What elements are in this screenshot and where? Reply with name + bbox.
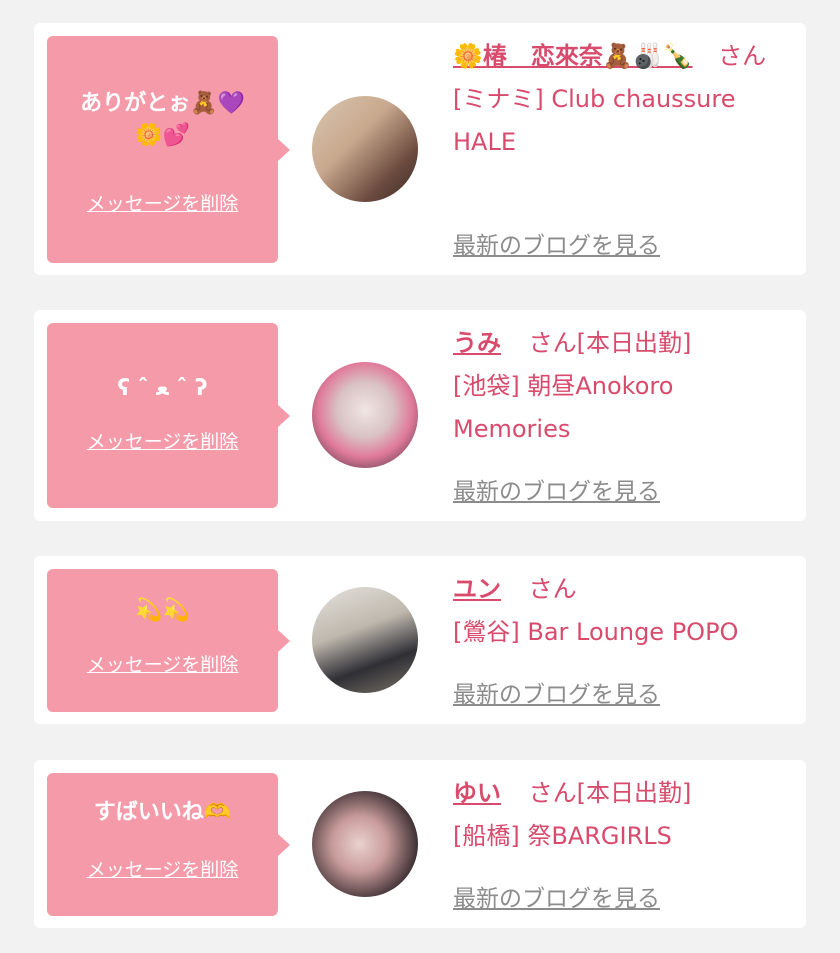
latest-blog-link[interactable]: 最新のブログを見る	[453, 226, 660, 260]
message-card: ありがとぉ🧸💜 🌼💕 メッセージを削除 🌼椿 恋來奈🧸🎳🍾 さん [ミナミ] C…	[34, 23, 806, 275]
latest-blog-link[interactable]: 最新のブログを見る	[453, 879, 660, 913]
message-bubble: ありがとぉ🧸💜 🌼💕 メッセージを削除	[47, 36, 290, 263]
cast-suffix: さん[本日出勤]	[528, 329, 692, 357]
message-bubble: 💫💫 メッセージを削除	[47, 569, 290, 712]
cast-name-link[interactable]: ゆい	[453, 779, 501, 807]
avatar[interactable]	[312, 362, 418, 468]
shop-name: [鶯谷] Bar Lounge POPO	[453, 618, 739, 646]
delete-message-link[interactable]: メッセージを削除	[47, 857, 278, 883]
latest-blog-link[interactable]: 最新のブログを見る	[453, 472, 660, 506]
delete-message-link[interactable]: メッセージを削除	[47, 429, 278, 455]
cast-info: 🌼椿 恋來奈🧸🎳🍾 さん [ミナミ] Club chaussure HALE	[453, 35, 773, 164]
cast-suffix: さん	[528, 575, 577, 603]
message-card: すばいいね🫶 メッセージを削除 ゆい さん[本日出勤] [船橋] 祭BARGIR…	[34, 760, 806, 928]
cast-name-link[interactable]: うみ	[453, 329, 501, 357]
cast-name-link[interactable]: ユン	[453, 575, 501, 603]
shop-name: [船橋] 祭BARGIRLS	[453, 822, 672, 850]
message-text: ありがとぉ🧸💜 🌼💕	[80, 91, 245, 148]
shop-name: [池袋] 朝昼Anokoro Memories	[453, 372, 674, 443]
message-bubble: ʕ ˆ ﻌ ˆ ʔ メッセージを削除	[47, 323, 290, 508]
message-bubble: すばいいね🫶 メッセージを削除	[47, 773, 290, 916]
message-text: すばいいね🫶	[93, 800, 232, 825]
cast-suffix: さん[本日出勤]	[528, 779, 692, 807]
avatar[interactable]	[312, 96, 418, 202]
message-card: 💫💫 メッセージを削除 ユン さん [鶯谷] Bar Lounge POPO 最…	[34, 556, 806, 724]
cast-suffix: さん	[718, 42, 767, 70]
message-text: ʕ ˆ ﻌ ˆ ʔ	[117, 376, 208, 401]
avatar[interactable]	[312, 587, 418, 693]
cast-info: ユン さん [鶯谷] Bar Lounge POPO	[453, 568, 773, 654]
cast-info: うみ さん[本日出勤] [池袋] 朝昼Anokoro Memories	[453, 322, 773, 451]
message-text: 💫💫	[135, 598, 190, 623]
cast-name-link[interactable]: 🌼椿 恋來奈🧸🎳🍾	[453, 42, 693, 70]
cast-info: ゆい さん[本日出勤] [船橋] 祭BARGIRLS	[453, 772, 773, 858]
message-card: ʕ ˆ ﻌ ˆ ʔ メッセージを削除 うみ さん[本日出勤] [池袋] 朝昼An…	[34, 310, 806, 521]
delete-message-link[interactable]: メッセージを削除	[47, 191, 278, 217]
delete-message-link[interactable]: メッセージを削除	[47, 652, 278, 678]
avatar[interactable]	[312, 791, 418, 897]
latest-blog-link[interactable]: 最新のブログを見る	[453, 675, 660, 709]
shop-name: [ミナミ] Club chaussure HALE	[453, 85, 736, 156]
